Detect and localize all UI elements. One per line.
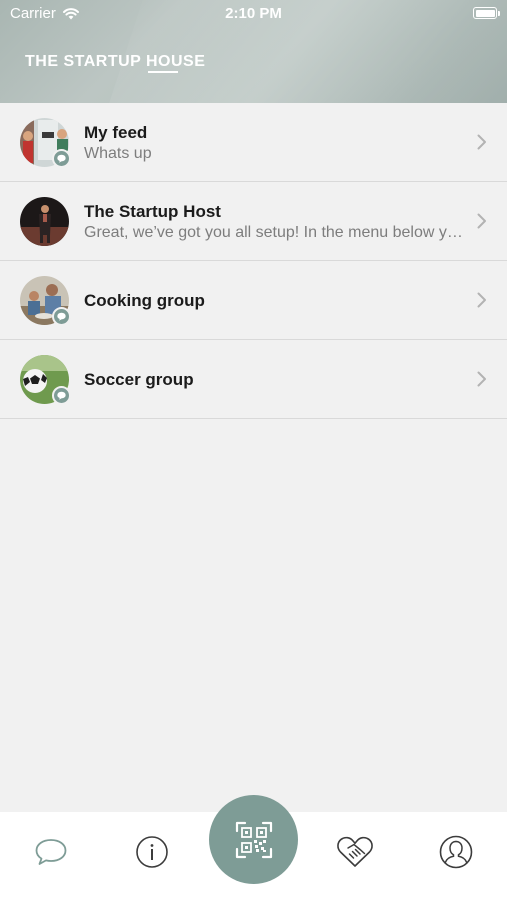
conversation-row-cooking-group[interactable]: Cooking group [0,261,507,340]
host-avatar [20,197,69,246]
group-chat-icon [56,154,66,163]
conversation-list: My feed Whats up The Startup Host Great,… [0,103,507,419]
status-bar: Carrier 2:10 PM [0,0,507,28]
chevron-right-icon [477,134,486,150]
handshake-heart-icon [337,836,373,867]
clock: 2:10 PM [225,5,282,22]
chevron-right-icon [477,213,486,229]
title-underline [148,71,178,73]
chevron-right-icon [477,371,486,387]
conversation-preview: Great, we’ve got you all setup! In the m… [84,224,464,241]
conversation-row-my-feed[interactable]: My feed Whats up [0,103,507,182]
conversation-title: My feed [84,123,148,142]
tab-info[interactable] [132,832,172,872]
conversation-title: Cooking group [84,291,205,310]
conversation-title: Soccer group [84,370,194,389]
info-icon [136,836,168,868]
conversation-preview: Whats up [84,145,152,162]
tab-profile[interactable] [436,832,476,872]
conversation-row-startup-host[interactable]: The Startup Host Great, we’ve got you al… [0,182,507,261]
battery-level [475,9,495,17]
chevron-right-icon [477,292,486,308]
profile-icon [439,835,473,869]
app-header: Carrier 2:10 PM THE STARTUP HOUSE [0,0,507,103]
qr-code-icon [235,821,272,858]
host-photo-icon [20,197,69,246]
chat-bubble-icon [35,839,67,865]
group-chat-icon [56,391,66,400]
group-chat-icon [56,312,66,321]
battery-icon [473,7,500,19]
scan-qr-button[interactable] [209,795,298,884]
tab-chats[interactable] [31,832,71,872]
app-title: THE STARTUP HOUSE [25,53,206,70]
group-badge [52,386,71,405]
tab-community[interactable] [335,832,375,872]
group-badge [52,149,71,168]
conversation-title: The Startup Host [84,202,221,221]
conversation-row-soccer-group[interactable]: Soccer group [0,340,507,419]
group-badge [52,307,71,326]
